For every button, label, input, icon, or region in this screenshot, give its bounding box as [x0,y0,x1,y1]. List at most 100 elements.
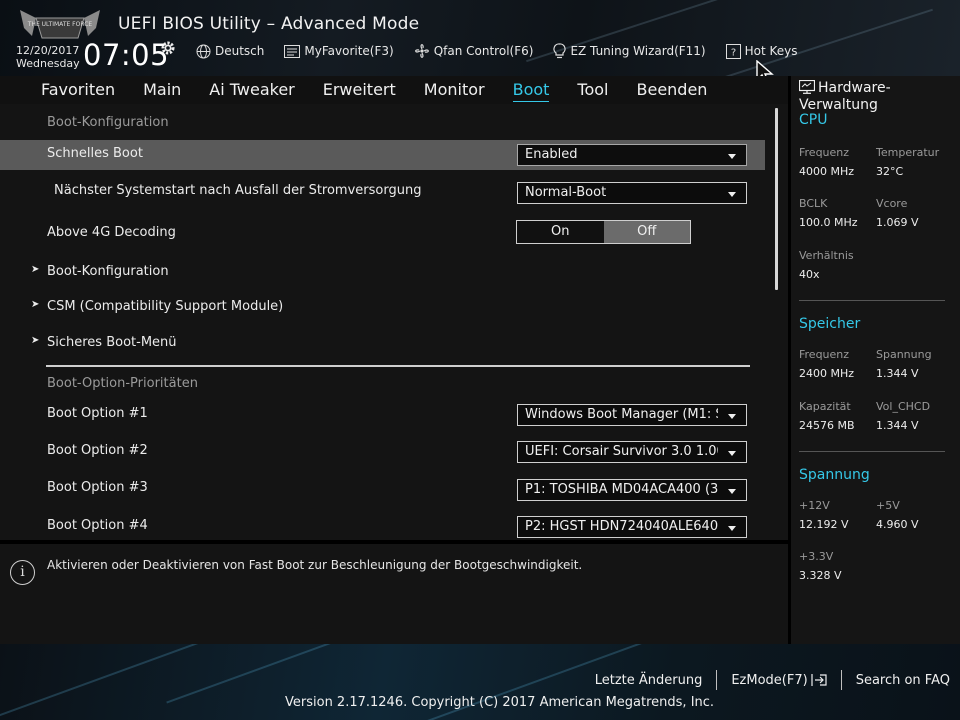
bclk-value: 100.0 MHz [799,216,858,229]
submenu-boot-config[interactable]: ➤ Boot-Konfiguration [0,264,765,284]
tab-label: Boot [512,80,550,102]
gear-icon[interactable] [160,40,176,56]
section-boot-priority-label: Boot-Option-Prioritäten [47,376,198,391]
myfavorite-label: MyFavorite(F3) [304,44,394,58]
globe-icon [196,44,211,58]
boot-option-value: P1: TOSHIBA MD04ACA400 (3815GB) [525,482,718,497]
boot-option-1-dropdown[interactable]: Windows Boot Manager (M1: SAMSUNG [517,404,747,426]
last-change-button[interactable]: Letzte Änderung [581,673,717,688]
section-heading: Boot-Konfiguration [0,115,765,133]
version-text: Version 2.17.1246. Copyright (C) 2017 Am… [285,695,715,710]
clock-time: 07:05 [83,38,170,72]
boot-option-3-dropdown[interactable]: P1: TOSHIBA MD04ACA400 (3815GB) [517,479,747,501]
v33-label: +3.3V [799,550,834,563]
footer-bar: Letzte Änderung EzMode(F7) Search on FAQ… [0,644,960,720]
settings-panel: Boot-Konfiguration Schnelles Boot Enable… [0,104,788,540]
chevron-down-icon [728,154,736,159]
qfan-control-button[interactable]: Qfan Control(F6) [414,43,533,59]
date-display: 12/20/2017 Wednesday [16,44,80,70]
lightbulb-icon [553,43,567,59]
chevron-down-icon [728,526,736,531]
v12-label: +12V [799,499,830,512]
submenu-csm[interactable]: ➤ CSM (Compatibility Support Module) [0,299,765,319]
submenu-label: Boot-Konfiguration [47,264,169,279]
cpu-freq-value: 4000 MHz [799,165,855,178]
top-toolbar: Deutsch MyFavorite(F3) Qfan Control(F6) … [196,43,818,59]
svg-text:?: ? [730,47,735,58]
myfavorite-button[interactable]: MyFavorite(F3) [284,44,394,58]
tab-beenden[interactable]: Beenden [637,76,708,104]
tab-ai-tweaker[interactable]: Ai Tweaker [209,76,294,104]
fan-icon [414,44,429,58]
hardware-monitor-panel: Hardware-Verwaltung CPU Frequenz Tempera… [791,76,960,644]
mem-freq-value: 2400 MHz [799,367,855,380]
last-change-label: Letzte Änderung [594,672,703,688]
exit-arrow-icon [811,674,827,686]
fast-boot-dropdown[interactable]: Enabled [517,144,747,166]
ezmode-button[interactable]: EzMode(F7) [717,673,840,688]
boot-option-value: P2: HGST HDN724040ALE640 (3815GB) [525,519,718,534]
section-divider [799,300,945,301]
search-faq-button[interactable]: Search on FAQ [842,673,950,688]
tab-monitor[interactable]: Monitor [424,76,485,104]
weekday-value: Wednesday [16,57,80,70]
chevron-down-icon [728,489,736,494]
tab-favoriten[interactable]: Favoriten [41,76,115,104]
cpu-temp-value: 32°C [876,165,904,178]
section-boot-config-label: Boot-Konfiguration [47,115,169,130]
tab-main[interactable]: Main [143,76,181,104]
tab-label: Ai Tweaker [209,80,295,99]
next-boot-dropdown[interactable]: Normal-Boot [517,182,747,204]
boot-option-label: Boot Option #4 [47,518,148,533]
chevron-down-icon [728,192,736,197]
chevron-down-icon [728,414,736,419]
above4g-on-option[interactable]: On [517,221,604,243]
fast-boot-label: Schnelles Boot [47,146,143,161]
submenu-arrow-icon: ➤ [31,264,40,275]
vcore-value: 1.069 V [876,216,919,229]
above4g-label: Above 4G Decoding [47,225,176,240]
tuf-logo-icon: THE ULTIMATE FORCE [20,10,100,39]
tab-label: Erweitert [322,80,396,99]
submenu-label: Sicheres Boot-Menü [47,335,177,350]
submenu-secure-boot[interactable]: ➤ Sicheres Boot-Menü [0,335,765,355]
tab-label: Tool [577,80,609,99]
above4g-toggle[interactable]: On Off [516,220,691,244]
language-label: Deutsch [215,44,265,58]
fast-boot-value: Enabled [525,147,578,162]
ez-tuning-wizard-button[interactable]: EZ Tuning Wizard(F11) [553,43,706,59]
v5-value: 4.960 V [876,518,919,531]
boot-option-2-dropdown[interactable]: UEFI: Corsair Survivor 3.0 1.00, Partiti… [517,441,747,463]
boot-option-4-dropdown[interactable]: P2: HGST HDN724040ALE640 (3815GB) [517,516,747,538]
voltage-heading: Spannung [799,467,870,483]
tab-boot[interactable]: Boot [512,76,550,104]
settings-scrollbar[interactable] [775,108,778,290]
tab-label: Beenden [636,80,708,99]
section-divider [46,365,750,367]
tab-tool[interactable]: Tool [577,76,608,104]
mouse-cursor-icon [756,60,774,76]
question-icon: ? [725,43,741,59]
boot-option-value: UEFI: Corsair Survivor 3.0 1.00, Partiti… [525,444,718,459]
favorite-list-icon [284,44,301,58]
help-text: Aktivieren oder Deaktivieren von Fast Bo… [47,558,583,572]
memory-heading: Speicher [799,316,861,332]
submenu-arrow-icon: ➤ [31,335,40,346]
boot-option-label: Boot Option #1 [47,406,148,421]
section-divider [799,451,945,452]
v33-value: 3.328 V [799,569,842,582]
mem-capacity-value: 24576 MB [799,419,855,432]
ezmode-label: EzMode(F7) [731,672,808,688]
info-icon: i [10,560,35,585]
tab-erweitert[interactable]: Erweitert [323,76,396,104]
v5-label: +5V [876,499,900,512]
hot-keys-button[interactable]: ? Hot Keys [725,43,798,59]
section-heading: Boot-Option-Prioritäten [0,376,765,394]
boot-option-label: Boot Option #2 [47,443,148,458]
hardware-monitor-title: Hardware-Verwaltung [798,79,959,114]
vcore-label: Vcore [876,197,908,210]
above4g-off-option[interactable]: Off [603,221,690,243]
cpu-freq-label: Frequenz [799,146,850,159]
mem-volt-value: 1.344 V [876,367,919,380]
language-button[interactable]: Deutsch [196,44,264,59]
